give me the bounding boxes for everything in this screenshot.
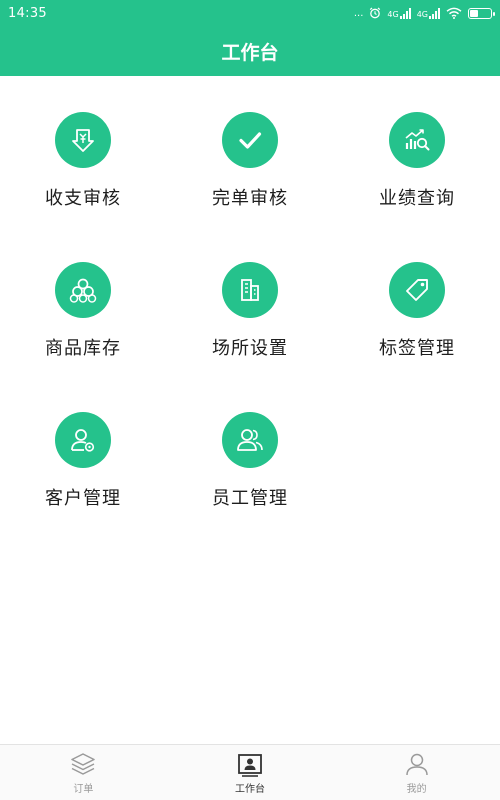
menu-item-label: 收支审核	[45, 188, 121, 209]
menu-item-label: 场所设置	[212, 338, 288, 359]
more-dots: ...	[353, 7, 364, 19]
layers-icon	[71, 753, 96, 775]
status-icons: ... 4G 4G	[353, 7, 495, 19]
status-time: 14:35	[8, 5, 47, 21]
menu-item-label: 员工管理	[212, 488, 288, 509]
bottom-tab-bar: 订单 工作台 我的	[0, 744, 500, 800]
signal-bars-icon	[399, 7, 411, 19]
user-icon	[405, 753, 428, 776]
page-title: 工作台	[221, 41, 279, 64]
status-bar: 14:35 ... 4G 4G	[0, 0, 500, 26]
chart-search-icon	[389, 112, 445, 168]
tag-icon	[389, 262, 445, 318]
menu-item-performance-query[interactable]: 业绩查询	[334, 76, 500, 226]
tab-workbench[interactable]: 工作台	[167, 745, 334, 800]
menu-item-label: 完单审核	[212, 188, 288, 209]
menu-item-label: 业绩查询	[379, 188, 455, 209]
signal-bars-icon	[429, 7, 440, 19]
customer-icon	[55, 412, 111, 468]
tab-label: 订单	[73, 784, 94, 795]
building-icon	[222, 262, 278, 318]
menu-item-product-stock[interactable]: 商品库存	[0, 226, 166, 376]
tab-label: 我的	[406, 784, 427, 795]
tab-orders[interactable]: 订单	[0, 745, 167, 800]
title-bar: 工作台	[0, 26, 500, 76]
workbench-icon	[238, 754, 262, 777]
menu-item-venue-settings[interactable]: 场所设置	[167, 226, 333, 376]
tab-mine[interactable]: 我的	[333, 745, 500, 800]
staff-icon	[222, 412, 278, 468]
signal-2: 4G	[417, 7, 440, 19]
menu-item-customer-management[interactable]: 客户管理	[0, 376, 166, 526]
check-icon	[222, 112, 278, 168]
income-expense-icon	[55, 112, 111, 168]
menu-item-label: 商品库存	[45, 338, 121, 359]
menu-item-income-expense-review[interactable]: 收支审核	[0, 76, 166, 226]
menu-item-label: 标签管理	[379, 338, 455, 359]
alarm-icon	[370, 7, 381, 19]
wifi-icon	[446, 7, 462, 19]
menu-item-tag-management[interactable]: 标签管理	[334, 226, 500, 376]
menu-item-label: 客户管理	[45, 488, 121, 509]
menu-item-order-review[interactable]: 完单审核	[167, 76, 333, 226]
stock-icon	[55, 262, 111, 318]
menu-item-staff-management[interactable]: 员工管理	[167, 376, 333, 526]
battery-icon	[468, 7, 495, 19]
signal-1: 4G	[387, 7, 411, 19]
tab-label: 工作台	[235, 784, 265, 795]
